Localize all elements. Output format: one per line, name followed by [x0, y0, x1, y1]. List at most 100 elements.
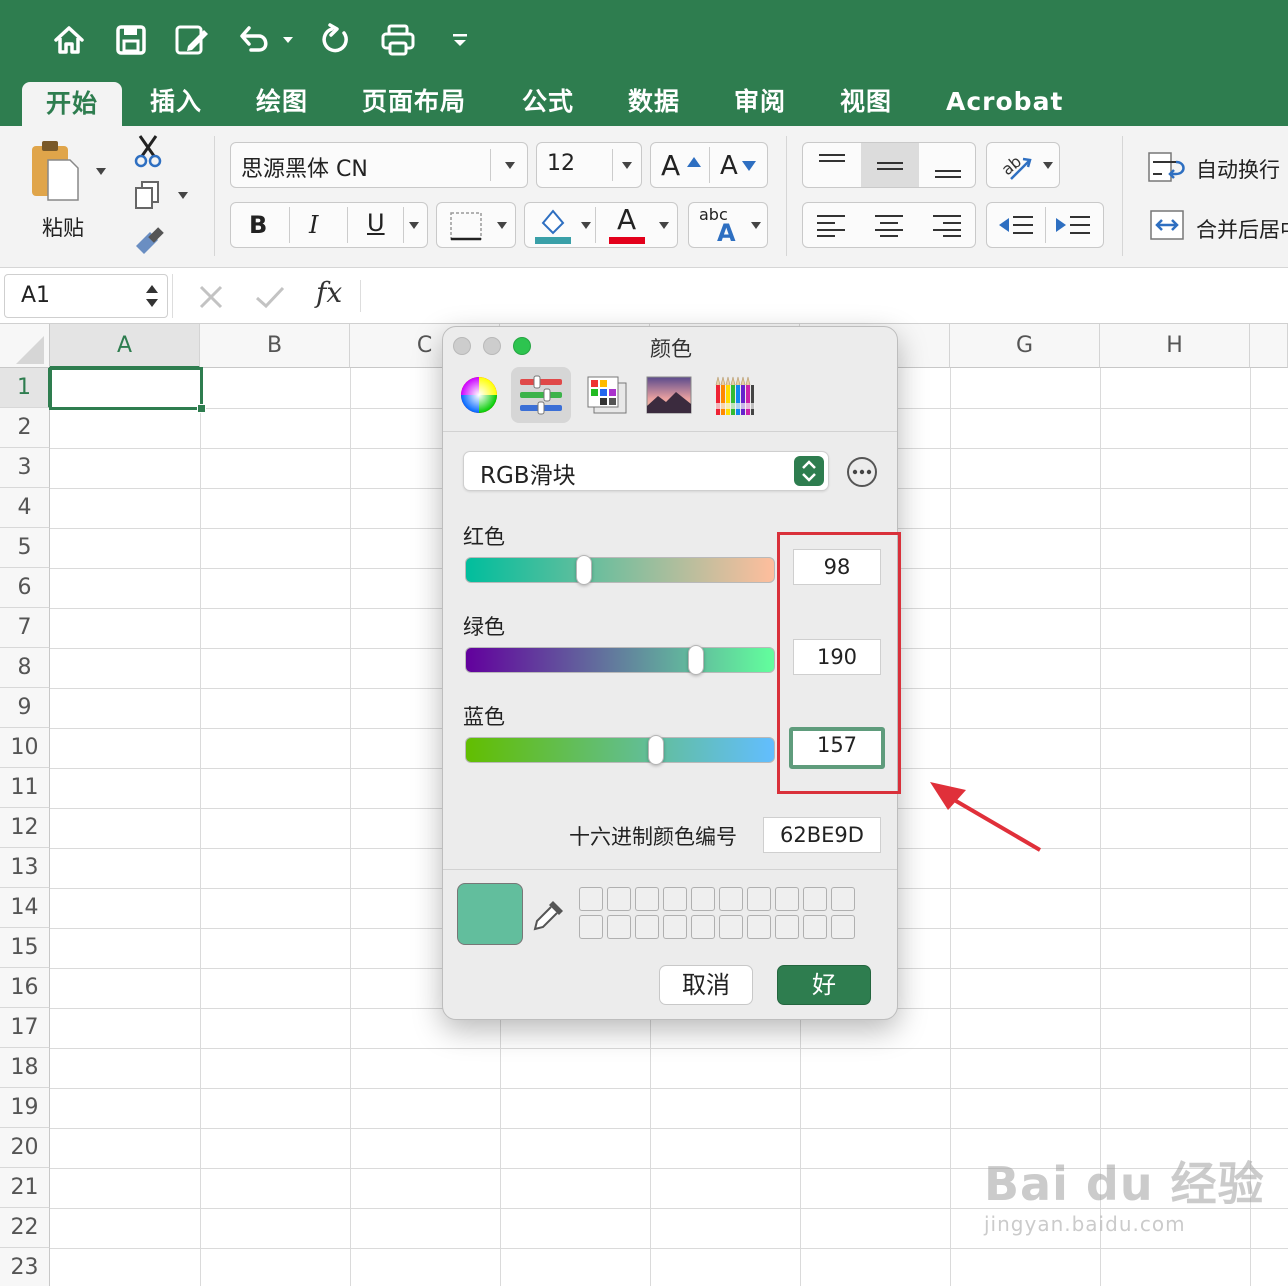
row-header-12[interactable]: 12 [0, 808, 50, 848]
row-header-19[interactable]: 19 [0, 1088, 50, 1128]
select-all-corner[interactable] [0, 324, 50, 368]
italic-button[interactable]: I [309, 211, 318, 239]
borders-button[interactable] [436, 202, 516, 248]
more-options-icon[interactable] [847, 457, 877, 487]
row-header-11[interactable]: 11 [0, 768, 50, 808]
custom-color-well[interactable] [747, 915, 771, 939]
format-painter-icon[interactable] [132, 226, 166, 260]
column-header-b[interactable]: B [200, 324, 350, 368]
red-slider-thumb[interactable] [576, 555, 593, 585]
custom-color-well[interactable] [663, 887, 687, 911]
image-palette-icon[interactable] [639, 367, 699, 423]
color-sliders-icon[interactable] [511, 367, 571, 423]
align-left-button[interactable] [803, 203, 861, 247]
tab-data[interactable]: 数据 [628, 80, 680, 126]
name-box[interactable]: A1 [4, 274, 168, 318]
redo-icon[interactable] [316, 20, 354, 60]
fill-color-icon[interactable] [533, 207, 573, 245]
tab-view[interactable]: 视图 [840, 80, 892, 126]
home-icon[interactable] [50, 20, 88, 60]
custom-color-well[interactable] [831, 887, 855, 911]
tab-home[interactable]: 开始 [22, 82, 123, 126]
custom-color-well[interactable] [691, 887, 715, 911]
pencils-icon[interactable] [705, 367, 765, 423]
custom-color-well[interactable] [803, 915, 827, 939]
cancel-entry-icon[interactable] [198, 284, 224, 310]
bold-button[interactable]: B [249, 211, 267, 239]
increase-indent-button[interactable] [1046, 203, 1104, 247]
row-header-21[interactable]: 21 [0, 1168, 50, 1208]
phonetic-button[interactable]: abc A [688, 202, 768, 248]
red-slider-track[interactable] [465, 557, 775, 583]
customize-icon[interactable] [448, 20, 472, 60]
font-color-button[interactable]: A [617, 203, 636, 236]
hex-value-field[interactable]: 62BE9D [763, 817, 881, 853]
align-center-button[interactable] [861, 203, 919, 247]
custom-color-well[interactable] [635, 887, 659, 911]
align-middle-button[interactable] [861, 143, 919, 187]
save-icon[interactable] [112, 20, 150, 60]
color-palettes-icon[interactable] [577, 367, 637, 423]
row-header-23[interactable]: 23 [0, 1248, 50, 1286]
row-header-10[interactable]: 10 [0, 728, 50, 768]
custom-color-well[interactable] [607, 887, 631, 911]
cut-icon[interactable] [132, 134, 164, 172]
color-wheel-icon[interactable] [449, 367, 509, 423]
chevron-down-icon[interactable] [659, 222, 669, 229]
tab-formulas[interactable]: 公式 [522, 80, 574, 126]
custom-color-well[interactable] [803, 887, 827, 911]
slider-mode-select[interactable]: RGB滑块 [463, 451, 829, 491]
row-header-4[interactable]: 4 [0, 488, 50, 528]
decrease-indent-button[interactable] [987, 203, 1045, 247]
chevron-down-icon[interactable] [409, 222, 419, 229]
print-icon[interactable] [378, 20, 418, 60]
custom-color-well[interactable] [579, 915, 603, 939]
tab-page-layout[interactable]: 页面布局 [362, 80, 466, 126]
row-header-3[interactable]: 3 [0, 448, 50, 488]
grow-font-button[interactable]: A [651, 143, 709, 187]
column-header-g[interactable]: G [950, 324, 1100, 368]
blue-slider-thumb[interactable] [647, 735, 664, 765]
green-slider-thumb[interactable] [687, 645, 704, 675]
font-name-combo[interactable]: 思源黑体 CN [230, 142, 528, 188]
paste-dropdown-icon[interactable] [96, 168, 106, 175]
row-header-7[interactable]: 7 [0, 608, 50, 648]
wrap-text-button[interactable]: 自动换行 [1196, 154, 1280, 184]
fill-handle[interactable] [197, 404, 206, 413]
tab-review[interactable]: 审阅 [734, 80, 786, 126]
merge-center-icon[interactable] [1150, 210, 1186, 244]
merge-center-button[interactable]: 合并后居中 [1196, 214, 1288, 244]
row-header-8[interactable]: 8 [0, 648, 50, 688]
row-header-15[interactable]: 15 [0, 928, 50, 968]
copy-dropdown-icon[interactable] [178, 192, 188, 199]
stepper-icon[interactable] [145, 281, 159, 311]
row-header-6[interactable]: 6 [0, 568, 50, 608]
tab-draw[interactable]: 绘图 [256, 80, 308, 126]
current-color-swatch[interactable] [457, 883, 523, 945]
formula-input[interactable] [372, 274, 1284, 318]
underline-button[interactable]: U [367, 209, 385, 237]
align-bottom-button[interactable] [919, 143, 977, 187]
row-header-18[interactable]: 18 [0, 1048, 50, 1088]
cancel-button[interactable]: 取消 [659, 965, 753, 1005]
green-slider-track[interactable] [465, 647, 775, 673]
row-header-1[interactable]: 1 [0, 368, 50, 408]
custom-color-well[interactable] [579, 887, 603, 911]
selected-cell-a1[interactable] [49, 367, 203, 410]
align-right-button[interactable] [919, 203, 977, 247]
tab-acrobat[interactable]: Acrobat [946, 80, 1063, 126]
paste-button[interactable] [26, 138, 82, 204]
confirm-entry-icon[interactable] [254, 284, 286, 310]
eyedropper-icon[interactable] [531, 897, 567, 937]
chevron-down-icon[interactable] [581, 222, 591, 229]
font-size-combo[interactable]: 12 [536, 142, 642, 188]
blue-slider-track[interactable] [465, 737, 775, 763]
wrap-text-icon[interactable] [1148, 152, 1188, 186]
custom-color-well[interactable] [719, 887, 743, 911]
custom-color-well[interactable] [747, 887, 771, 911]
custom-color-well[interactable] [607, 915, 631, 939]
row-header-16[interactable]: 16 [0, 968, 50, 1008]
insert-function-button[interactable]: fx [316, 276, 342, 309]
column-header-h[interactable]: H [1100, 324, 1250, 368]
orientation-button[interactable]: ab [986, 142, 1060, 188]
